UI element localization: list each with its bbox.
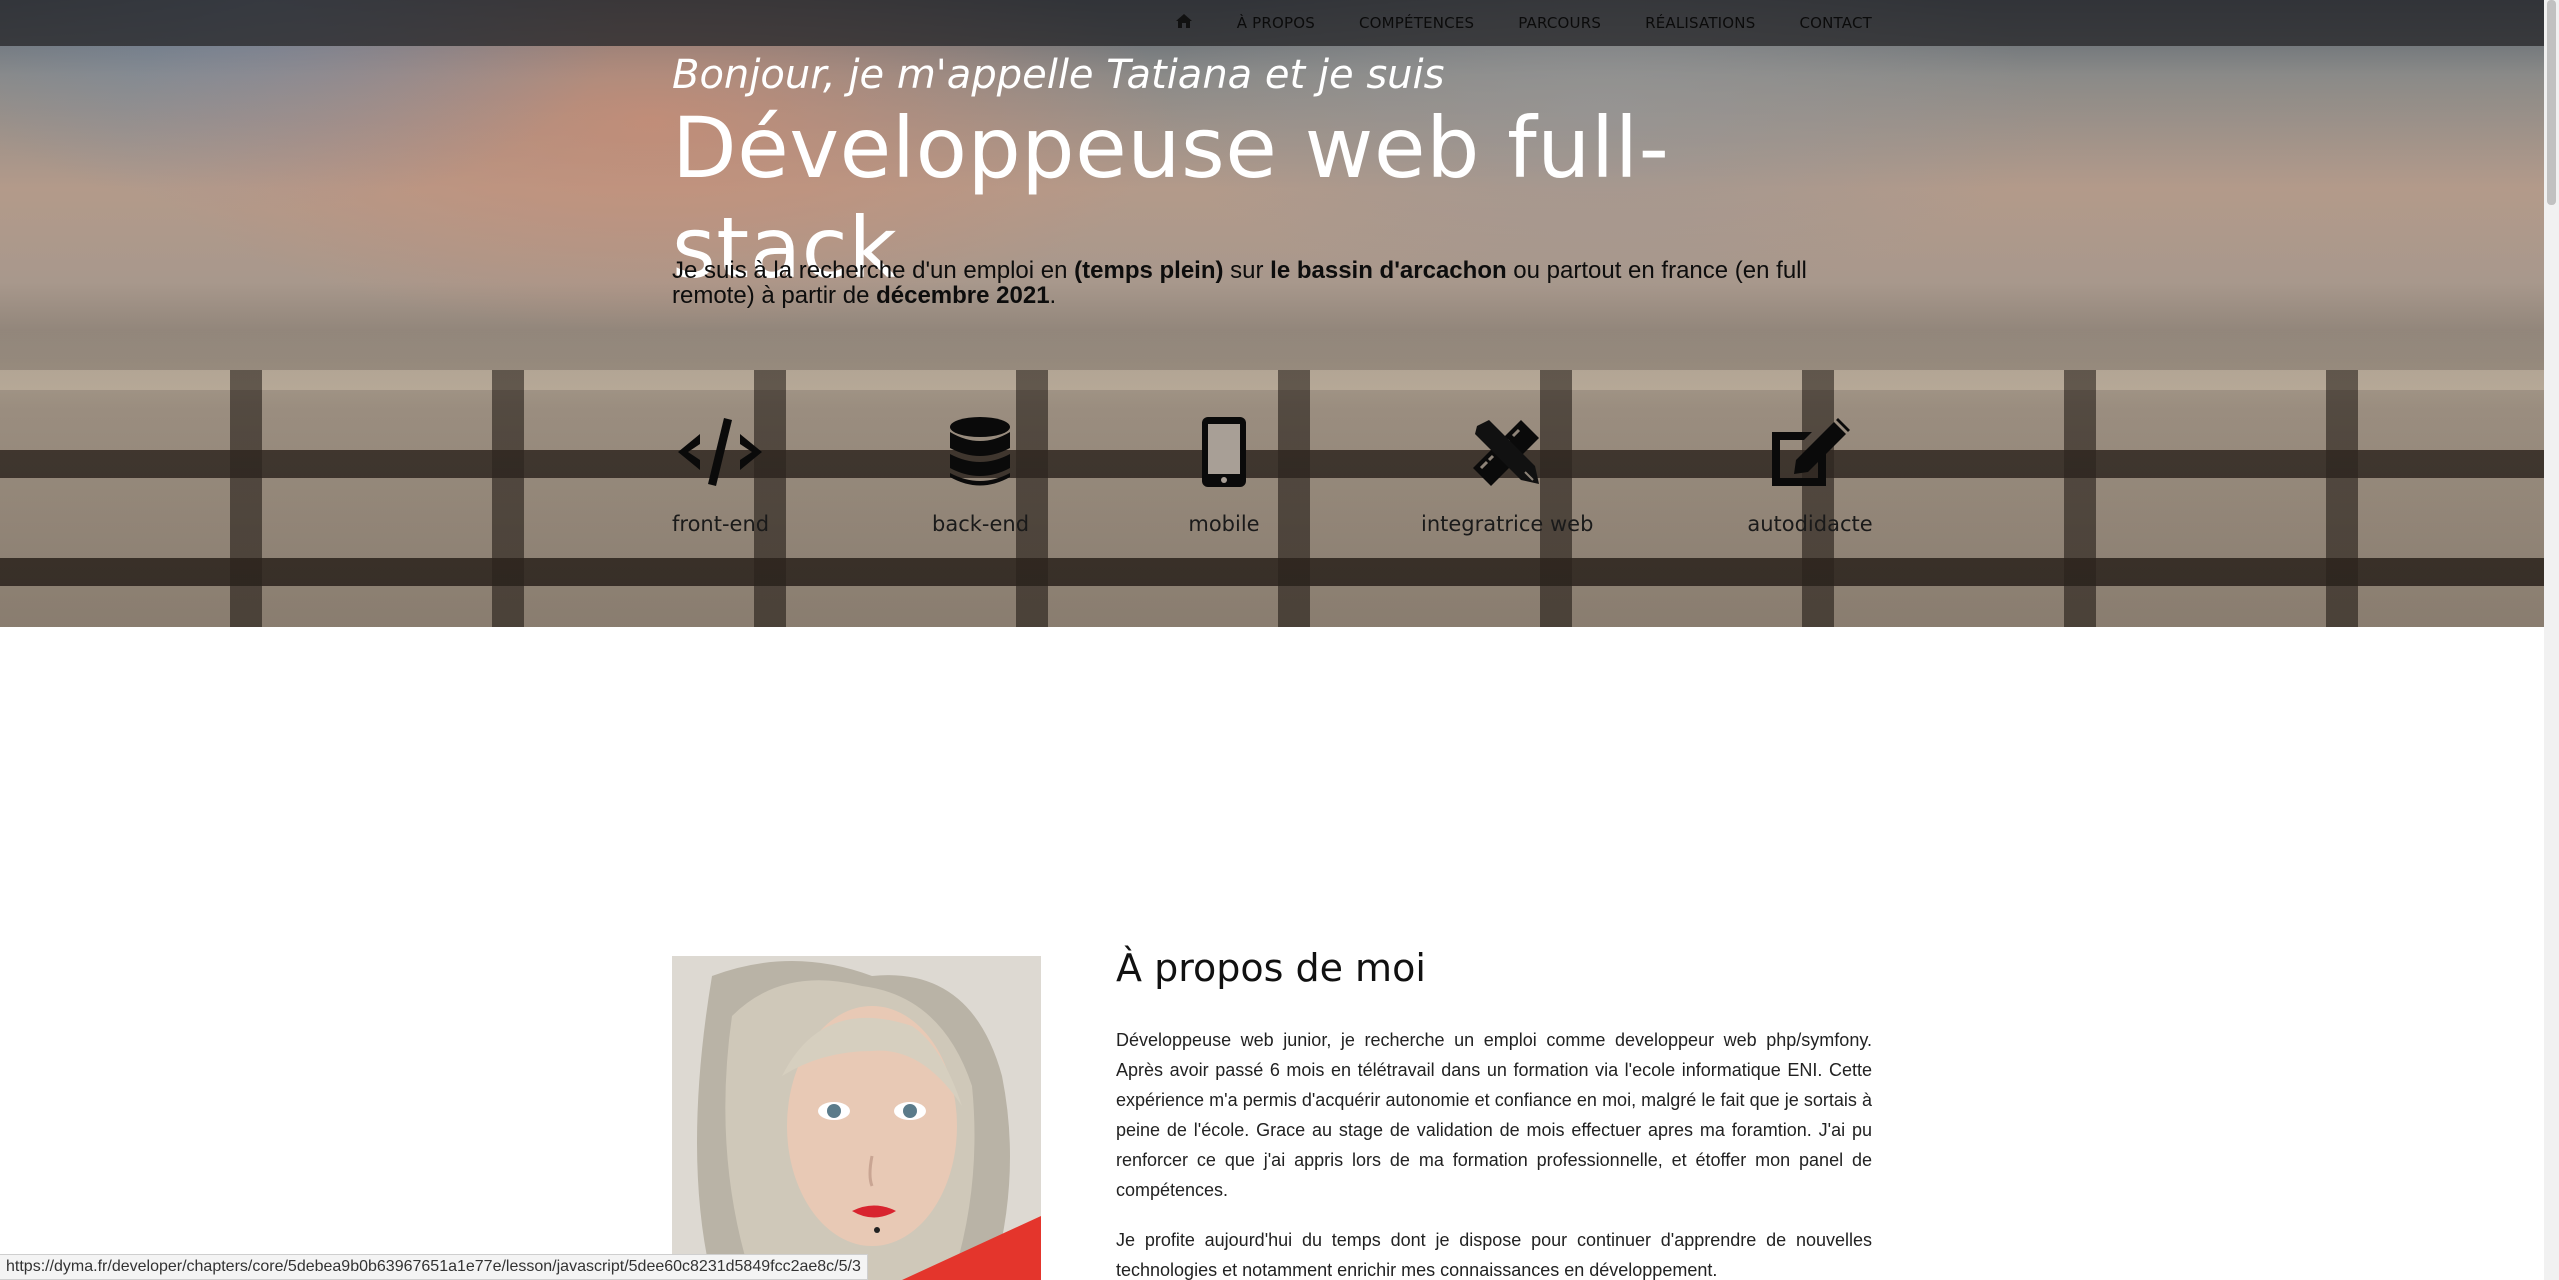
about-paragraph: Je profite aujourd'hui du temps dont je … bbox=[1116, 1230, 1872, 1280]
about-paragraph: Développeuse web junior, je recherche un… bbox=[1116, 1030, 1872, 1200]
skill-label: autodidacte bbox=[1747, 512, 1873, 536]
page-scrollbar[interactable] bbox=[2544, 0, 2559, 1280]
nav-item-contact[interactable]: CONTACT bbox=[1799, 14, 1872, 32]
skill-label: mobile bbox=[1188, 512, 1260, 536]
profile-photo bbox=[672, 956, 1041, 1280]
skill-autodidacte: autodidacte bbox=[1745, 416, 1875, 536]
hero-desc-text: . bbox=[1049, 282, 1057, 309]
nav-item-realisations[interactable]: RÉALISATIONS bbox=[1645, 14, 1755, 32]
top-navigation: À PROPOS COMPÉTENCES PARCOURS RÉALISATIO… bbox=[0, 0, 2544, 46]
hero-subtitle: Bonjour, je m'appelle Tatiana et je suis bbox=[672, 52, 1445, 98]
portrait-image bbox=[672, 956, 1041, 1280]
database-icon bbox=[950, 417, 1010, 486]
code-icon bbox=[678, 418, 762, 486]
hero-description: Je suis à la recherche d'un emploi en (t… bbox=[672, 258, 1872, 308]
nav-item-parcours[interactable]: PARCOURS bbox=[1518, 14, 1601, 32]
home-icon bbox=[1175, 14, 1192, 28]
hero-background-keys bbox=[0, 370, 2544, 627]
skill-label: front-end bbox=[672, 512, 770, 536]
skill-label: back-end bbox=[932, 512, 1030, 536]
about-title: À propos de moi bbox=[1116, 946, 1426, 990]
hero-desc-emphasis: décembre 2021 bbox=[876, 282, 1050, 309]
skill-mobile: mobile bbox=[1176, 416, 1272, 536]
nav-home-link[interactable] bbox=[1175, 13, 1193, 33]
browser-status-bar: https://dyma.fr/developer/chapters/core/… bbox=[0, 1254, 868, 1280]
skill-integratrice-web: integratrice web bbox=[1421, 416, 1594, 536]
skill-front-end: front-end bbox=[672, 416, 770, 536]
edit-icon bbox=[1772, 418, 1850, 486]
mobile-icon bbox=[1202, 417, 1246, 487]
nav-item-competences[interactable]: COMPÉTENCES bbox=[1359, 14, 1474, 32]
hero-desc-emphasis: le bassin d'arcachon bbox=[1270, 257, 1507, 284]
skill-back-end: back-end bbox=[932, 416, 1030, 536]
skill-label: integratrice web bbox=[1421, 512, 1594, 536]
scrollbar-thumb[interactable] bbox=[2547, 0, 2556, 205]
hero-desc-text: sur bbox=[1223, 257, 1271, 284]
pencil-ruler-icon bbox=[1473, 420, 1539, 486]
hero-desc-text: Je suis à la recherche d'un emploi en bbox=[672, 257, 1075, 284]
nav-item-a-propos[interactable]: À PROPOS bbox=[1237, 14, 1315, 32]
about-text: Développeuse web junior, je recherche un… bbox=[1116, 1025, 1872, 1280]
hero-desc-emphasis: (temps plein) bbox=[1074, 257, 1224, 284]
